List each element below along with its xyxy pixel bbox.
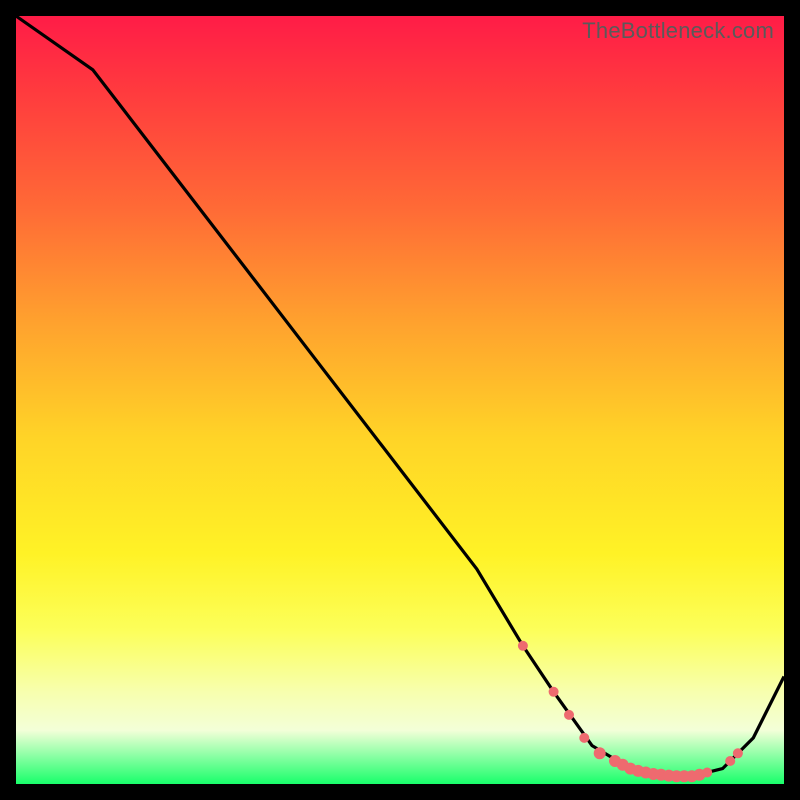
- curve-marker: [733, 748, 743, 758]
- curve-marker: [564, 710, 574, 720]
- bottleneck-curve: [16, 16, 784, 776]
- curve-marker: [702, 768, 712, 778]
- curve-marker: [518, 641, 528, 651]
- curve-marker: [594, 747, 606, 759]
- curve-marker: [579, 733, 589, 743]
- curve-marker: [725, 756, 735, 766]
- chart-svg: [16, 16, 784, 784]
- marker-group: [518, 641, 743, 783]
- curve-marker: [549, 687, 559, 697]
- chart-plot-area: TheBottleneck.com: [16, 16, 784, 784]
